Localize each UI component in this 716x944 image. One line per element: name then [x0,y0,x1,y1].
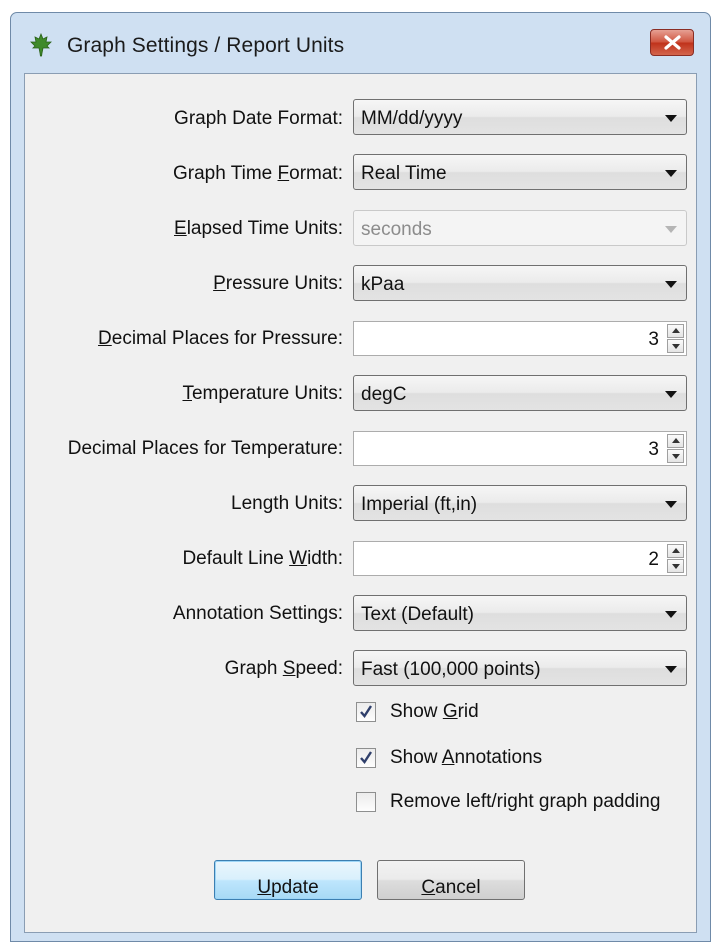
annotation-settings-label: Annotation Settings: [172,603,343,624]
window-title: Graph Settings / Report Units [67,34,345,57]
chevron-down-icon [665,115,677,122]
show-grid-label[interactable]: Show Grid [390,701,479,723]
cancel-button[interactable]: Cancel [377,860,525,900]
chevron-down-icon [665,611,677,618]
graph-date-format-select[interactable]: MM/dd/yyyy [353,99,687,135]
decimal-places-pressure-stepper[interactable]: 3 [353,321,687,356]
graph-speed-label: Graph Speed: [224,658,343,679]
stepper-down-button[interactable] [667,559,684,573]
stepper-buttons [667,324,684,353]
stepper-down-button[interactable] [667,339,684,353]
elapsed-time-units-value: seconds [361,219,432,240]
temperature-units-value: degC [361,384,407,405]
chevron-down-icon [665,666,677,673]
temperature-units-select[interactable]: degC [353,375,687,411]
close-button[interactable] [650,29,694,56]
stepper-down-button[interactable] [667,449,684,463]
default-line-width-stepper[interactable]: 2 [353,541,687,576]
decimal-places-temperature-value: 3 [648,439,659,460]
annotation-settings-select[interactable]: Text (Default) [353,595,687,631]
length-units-value: Imperial (ft,in) [361,494,478,515]
graph-time-format-label: Graph Time Format: [172,163,343,184]
temperature-units-label: Temperature Units: [182,383,343,404]
maple-leaf-icon [30,33,52,57]
show-grid-checkbox[interactable] [356,702,376,722]
dialog-window: Graph Settings / Report Units Graph Date… [10,12,711,942]
annotation-settings-value: Text (Default) [361,604,474,625]
checkmark-icon [360,751,373,764]
stepper-up-button[interactable] [667,434,684,448]
stepper-buttons [667,434,684,463]
title-bar[interactable]: Graph Settings / Report Units [11,13,710,73]
graph-date-format-label: Graph Date Format: [174,108,343,129]
default-line-width-label: Default Line Width: [182,548,343,569]
graph-speed-select[interactable]: Fast (100,000 points) [353,650,687,686]
graph-time-format-select[interactable]: Real Time [353,154,687,190]
length-units-label: Length Units: [231,493,343,514]
chevron-down-icon [665,170,677,177]
graph-time-format-value: Real Time [361,163,447,184]
remove-padding-checkbox[interactable] [356,792,376,812]
dialog-body: Graph Date Format: MM/dd/yyyy Graph Time… [24,73,697,933]
show-annotations-label[interactable]: Show Annotations [390,747,542,769]
decimal-places-pressure-label: Decimal Places for Pressure: [98,328,343,349]
decimal-places-temperature-stepper[interactable]: 3 [353,431,687,466]
elapsed-time-units-label: Elapsed Time Units: [174,218,343,239]
decimal-places-temperature-label: Decimal Places for Temperature: [67,438,343,459]
update-button[interactable]: Update [214,860,362,900]
pressure-units-value: kPaa [361,274,405,295]
decimal-places-pressure-value: 3 [648,329,659,350]
remove-padding-label[interactable]: Remove left/right graph padding [390,791,660,813]
default-line-width-value: 2 [648,549,659,570]
graph-date-format-value: MM/dd/yyyy [361,108,463,129]
pressure-units-label: Pressure Units: [213,273,343,294]
length-units-select[interactable]: Imperial (ft,in) [353,485,687,521]
checkmark-icon [360,705,373,718]
close-icon [664,35,681,50]
chevron-down-icon [665,226,677,233]
chevron-down-icon [665,281,677,288]
elapsed-time-units-select: seconds [353,210,687,246]
stepper-up-button[interactable] [667,324,684,338]
graph-speed-value: Fast (100,000 points) [361,659,541,680]
stepper-up-button[interactable] [667,544,684,558]
pressure-units-select[interactable]: kPaa [353,265,687,301]
stepper-buttons [667,544,684,573]
chevron-down-icon [665,391,677,398]
chevron-down-icon [665,501,677,508]
show-annotations-checkbox[interactable] [356,748,376,768]
